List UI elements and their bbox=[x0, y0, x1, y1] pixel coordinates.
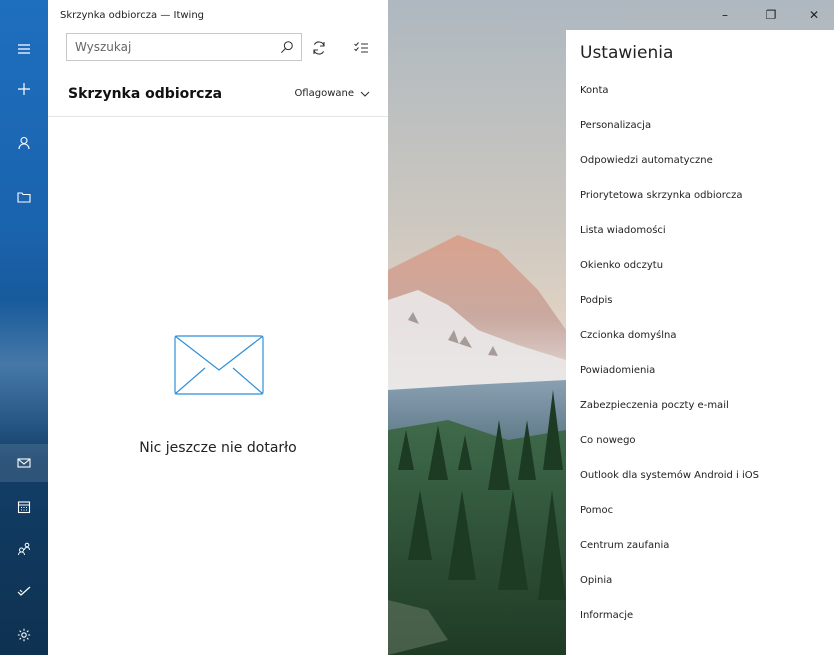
settings-title: Ustawienia bbox=[580, 43, 674, 63]
new-mail-button[interactable] bbox=[0, 70, 48, 108]
checklist-icon bbox=[354, 42, 368, 53]
minimize-icon: – bbox=[722, 8, 728, 22]
check-icon bbox=[17, 586, 31, 596]
search-icon bbox=[280, 41, 293, 54]
chevron-down-icon bbox=[360, 91, 370, 97]
settings-item-priorytetowa-skrzynka[interactable]: Priorytetowa skrzynka odbiorcza bbox=[580, 178, 830, 213]
folder-title: Skrzynka odbiorcza bbox=[68, 86, 223, 102]
sync-button[interactable] bbox=[306, 35, 332, 61]
nav-rail bbox=[0, 0, 48, 655]
hamburger-icon bbox=[18, 44, 30, 54]
filter-dropdown[interactable]: Oflagowane bbox=[294, 88, 370, 99]
restore-icon: ❐ bbox=[765, 8, 777, 22]
search-box[interactable] bbox=[66, 33, 302, 61]
people-icon bbox=[18, 542, 30, 556]
settings-item-czcionka-domyslna[interactable]: Czcionka domyślna bbox=[580, 318, 830, 353]
close-button[interactable]: ✕ bbox=[794, 0, 834, 30]
empty-message: Nic jeszcze nie dotarło bbox=[139, 440, 297, 456]
restore-button[interactable]: ❐ bbox=[748, 0, 794, 30]
settings-button[interactable] bbox=[0, 616, 48, 654]
accounts-button[interactable] bbox=[0, 124, 48, 162]
settings-list: Konta Personalizacja Odpowiedzi automaty… bbox=[580, 73, 830, 633]
settings-item-odpowiedzi-automatyczne[interactable]: Odpowiedzi automatyczne bbox=[580, 143, 830, 178]
settings-item-okienko-odczytu[interactable]: Okienko odczytu bbox=[580, 248, 830, 283]
calendar-icon bbox=[17, 501, 31, 514]
mail-list-pane: Skrzynka odbiorcza — Itwing Skrzynka odb… bbox=[48, 0, 388, 655]
search-button[interactable] bbox=[273, 34, 301, 60]
gear-icon bbox=[17, 628, 31, 642]
minimize-button[interactable]: – bbox=[702, 0, 748, 30]
settings-item-konta[interactable]: Konta bbox=[580, 73, 830, 108]
settings-item-powiadomienia[interactable]: Powiadomienia bbox=[580, 353, 830, 388]
rail-background-mountain bbox=[0, 300, 48, 460]
plus-icon bbox=[18, 83, 30, 95]
mail-icon bbox=[17, 458, 31, 468]
divider bbox=[48, 116, 388, 117]
settings-item-podpis[interactable]: Podpis bbox=[580, 283, 830, 318]
settings-item-lista-wiadomosci[interactable]: Lista wiadomości bbox=[580, 213, 830, 248]
empty-envelope-icon bbox=[174, 335, 264, 395]
people-app-button[interactable] bbox=[0, 530, 48, 568]
settings-item-opinia[interactable]: Opinia bbox=[580, 563, 830, 598]
close-icon: ✕ bbox=[808, 8, 820, 22]
folder-icon bbox=[17, 192, 31, 203]
settings-item-informacje[interactable]: Informacje bbox=[580, 598, 830, 633]
folders-button[interactable] bbox=[0, 178, 48, 216]
settings-item-zabezpieczenia[interactable]: Zabezpieczenia poczty e-mail bbox=[580, 388, 830, 423]
filter-label: Oflagowane bbox=[294, 88, 354, 99]
settings-item-pomoc[interactable]: Pomoc bbox=[580, 493, 830, 528]
settings-item-personalizacja[interactable]: Personalizacja bbox=[580, 108, 830, 143]
hamburger-menu-button[interactable] bbox=[0, 30, 48, 68]
calendar-app-button[interactable] bbox=[0, 488, 48, 526]
person-icon bbox=[18, 136, 30, 150]
window-title: Skrzynka odbiorcza — Itwing bbox=[60, 10, 205, 21]
settings-item-outlook-mobile[interactable]: Outlook dla systemów Android i iOS bbox=[580, 458, 830, 493]
search-input[interactable] bbox=[67, 39, 273, 55]
selection-mode-button[interactable] bbox=[348, 35, 374, 61]
mail-app-button[interactable] bbox=[0, 444, 48, 482]
todo-app-button[interactable] bbox=[0, 572, 48, 610]
settings-item-co-nowego[interactable]: Co nowego bbox=[580, 423, 830, 458]
settings-panel: Ustawienia Konta Personalizacja Odpowied… bbox=[566, 30, 834, 655]
settings-item-centrum-zaufania[interactable]: Centrum zaufania bbox=[580, 528, 830, 563]
sync-icon bbox=[313, 41, 325, 55]
